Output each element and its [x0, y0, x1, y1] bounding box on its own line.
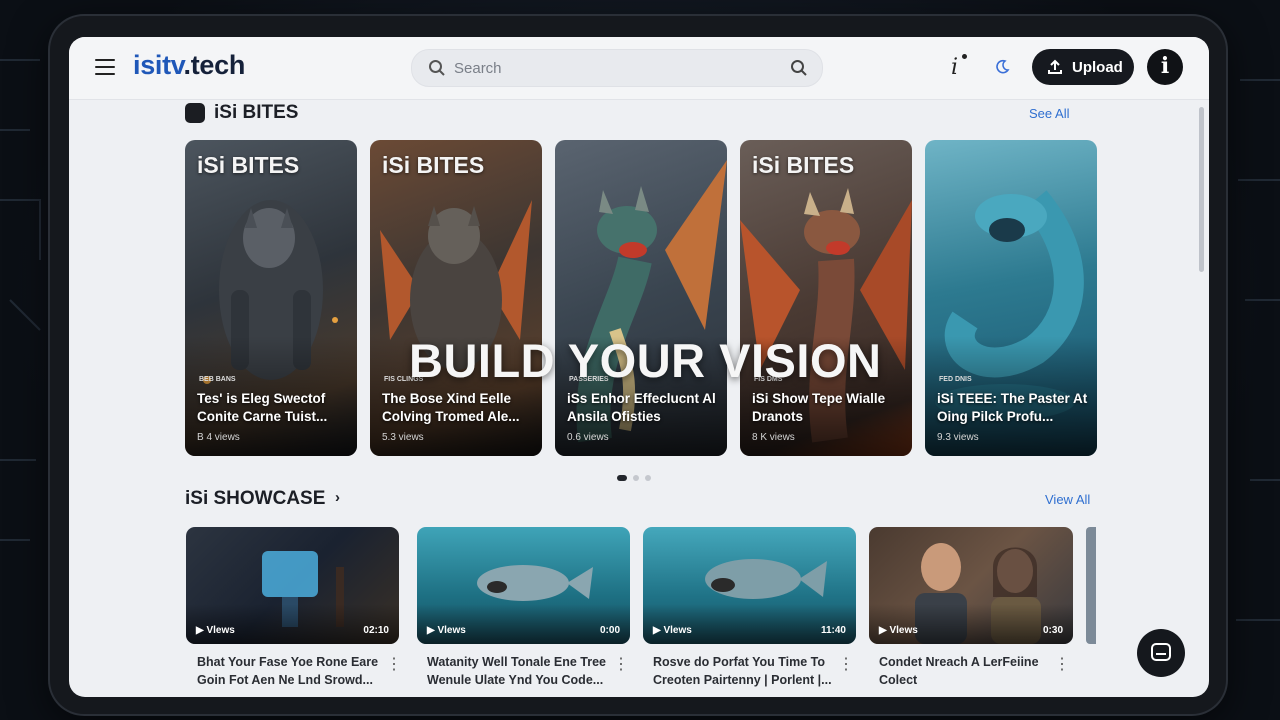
chat-button[interactable] — [1137, 629, 1185, 677]
card-brand: iSi BITES — [752, 152, 855, 178]
video-duration: 02:10 — [363, 625, 389, 636]
bites-logo-icon — [185, 103, 205, 123]
card-views: B 4 views — [197, 432, 240, 443]
carousel-dots — [617, 468, 657, 486]
bite-card[interactable]: FED DNIS iSi TEEE: The Paster At Oing Pi… — [925, 140, 1097, 456]
play-badge: ▶ Vlews — [196, 625, 235, 636]
search-placeholder: Search — [454, 60, 502, 77]
showcase-view-all-link[interactable]: View All — [1045, 492, 1090, 507]
card-brand: iSi BITES — [197, 152, 300, 178]
card-tag: BEB BANS — [199, 376, 236, 383]
card-title: iSi TEEE: The Paster At Oing Pilck Profu… — [937, 391, 1088, 424]
upload-button[interactable]: Upload — [1032, 49, 1134, 85]
video-thumbnail[interactable]: ▶ Vlews 02:10 — [186, 527, 399, 644]
hamburger-icon[interactable] — [95, 59, 115, 75]
card-title: The Bose Xind Eelle Colving Tromed Ale..… — [382, 391, 520, 424]
badge-label: Vlews — [206, 625, 235, 636]
page-scrollbar[interactable] — [1199, 107, 1204, 272]
video-duration: 0:00 — [599, 625, 620, 636]
app-screen: isitv.tech Search i Upload i iSi BITES S… — [69, 37, 1209, 697]
search-bar[interactable]: Search — [411, 49, 823, 87]
card-brand: iSi BITES — [382, 152, 485, 178]
top-bar: isitv.tech Search i Upload i — [69, 37, 1209, 100]
card-title: iSs Enhor Effeclucnt Al Ansila Ofisties — [567, 391, 716, 424]
card-views: 8 K views — [752, 432, 795, 443]
video-thumbnail[interactable]: ▶ Vlews 0:30 — [869, 527, 1073, 644]
chat-icon — [1151, 643, 1171, 661]
bite-card[interactable]: iSi BITES FIS CLINGS The Bose Xind Eelle… — [370, 140, 542, 456]
card-tag: FED DNIS — [939, 376, 972, 383]
upload-icon — [1048, 59, 1062, 74]
video-duration: 0:30 — [1042, 625, 1063, 636]
thumb-gradient — [643, 604, 856, 644]
video-title[interactable]: Bhat Your Fase Yoe Rone Eare Goin Fot Ae… — [197, 653, 387, 689]
logo-suffix: .tech — [183, 50, 246, 80]
more-options-icon[interactable]: ⋮ — [838, 654, 854, 674]
bite-card[interactable]: iSi BITES BEB BANS Tes' is Eleg Swectof … — [185, 140, 357, 456]
video-duration: 11:40 — [820, 625, 846, 636]
thumb-gradient — [869, 604, 1073, 644]
bites-section-title: iSi BITES — [214, 102, 299, 123]
carousel-dot[interactable] — [645, 475, 651, 481]
next-thumbnail-peek[interactable] — [1086, 527, 1096, 644]
bite-card[interactable]: PASSERIES iSs Enhor Effeclucnt Al Ansila… — [555, 140, 727, 456]
carousel-dot[interactable] — [617, 475, 627, 481]
carousel-dot[interactable] — [633, 475, 639, 481]
bite-card[interactable]: iSi BITES FIS DMS iSi Show Tepe Wialle D… — [740, 140, 912, 456]
badge-label: Vlews — [663, 625, 692, 636]
card-title: Tes' is Eleg Swectof Conite Carne Tuist.… — [197, 391, 328, 424]
play-badge: ▶ Vlews — [653, 625, 692, 636]
video-title[interactable]: Condet Nreach A LerFeiine Colect — [879, 653, 1069, 689]
profile-avatar[interactable]: i — [1147, 49, 1183, 85]
info-icon[interactable]: i — [951, 55, 958, 80]
badge-label: Vlews — [437, 625, 466, 636]
moon-icon[interactable] — [994, 59, 1010, 75]
more-options-icon[interactable]: ⋮ — [613, 654, 629, 674]
site-logo[interactable]: isitv.tech — [133, 50, 245, 81]
thumb-gradient — [186, 604, 399, 644]
logo-prefix: isitv — [133, 50, 184, 80]
notification-dot — [962, 54, 967, 59]
showcase-section-title: iSi SHOWCASE — [185, 488, 326, 509]
more-options-icon[interactable]: ⋮ — [1054, 654, 1070, 674]
upload-label: Upload — [1072, 59, 1123, 76]
video-thumbnail[interactable]: ▶ Vlews 0:00 — [417, 527, 630, 644]
card-views: 9.3 views — [937, 432, 979, 443]
card-views: 0.6 views — [567, 432, 609, 443]
hero-overlay-text: BUILD YOUR VISION — [409, 334, 882, 387]
chevron-right-icon[interactable]: › — [335, 489, 340, 506]
more-options-icon[interactable]: ⋮ — [386, 654, 402, 674]
badge-label: Vlews — [889, 625, 918, 636]
info-avatar-icon: i — [1160, 53, 1170, 79]
play-badge: ▶ Vlews — [879, 625, 918, 636]
search-submit-icon[interactable] — [790, 59, 808, 77]
search-icon — [429, 60, 445, 76]
bites-see-all-link[interactable]: See All — [1029, 106, 1069, 121]
thumb-gradient — [417, 604, 630, 644]
video-title[interactable]: Watanity Well Tonale Ene Tree Wenule Ula… — [427, 653, 617, 689]
card-views: 5.3 views — [382, 432, 424, 443]
card-title: iSi Show Tepe Wialle Dranots — [752, 391, 886, 424]
video-thumbnail[interactable]: ▶ Vlews 11:40 — [643, 527, 856, 644]
play-badge: ▶ Vlews — [427, 625, 466, 636]
video-title[interactable]: Rosve do Porfat You Time To Creoten Pair… — [653, 653, 843, 689]
